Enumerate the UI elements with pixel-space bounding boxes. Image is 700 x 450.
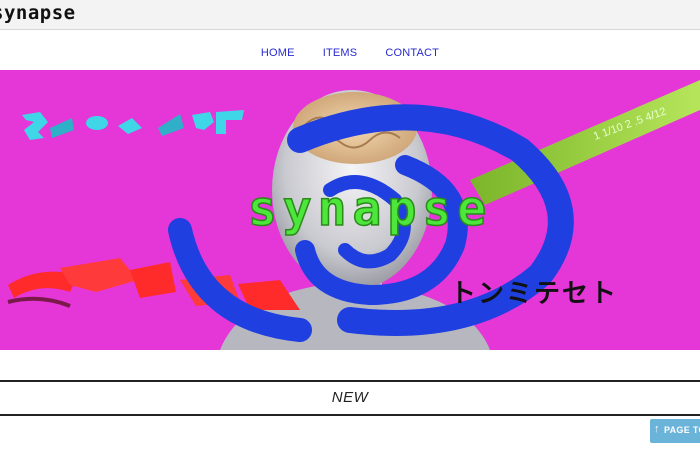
hero-katakana-text: トンミテセト	[450, 279, 618, 309]
nav-link-items[interactable]: ITEMS	[323, 47, 358, 59]
site-logo[interactable]: synapse	[0, 2, 76, 24]
red-shapes	[7, 258, 300, 310]
spacer	[0, 350, 700, 380]
cyan-shapes	[22, 110, 244, 140]
hero-artwork: 1 1/10 2 .5 4/12 synapse トンミテセト	[7, 80, 700, 350]
page-top-label: PAGE TOP	[664, 425, 700, 435]
nav-item-contact: CONTACT	[385, 43, 439, 61]
section-title: NEW	[331, 389, 369, 406]
content-area	[0, 416, 700, 450]
main-nav: HOME ITEMS CONTACT	[0, 30, 700, 70]
nav-list: HOME ITEMS CONTACT	[0, 43, 700, 61]
site-header: synapse	[0, 0, 700, 30]
nav-link-contact[interactable]: CONTACT	[385, 47, 439, 59]
nav-item-home: HOME	[261, 43, 295, 61]
arrow-up-icon: ↑	[654, 423, 660, 435]
section-header-new: NEW	[0, 380, 700, 416]
hero-title: synapse	[248, 181, 492, 237]
nav-item-items: ITEMS	[323, 43, 358, 61]
hero-banner: 1 1/10 2 .5 4/12 synapse トンミテセト	[0, 70, 700, 350]
nav-link-home[interactable]: HOME	[261, 47, 295, 59]
page-top-button[interactable]: ↑ PAGE TOP	[650, 419, 700, 443]
